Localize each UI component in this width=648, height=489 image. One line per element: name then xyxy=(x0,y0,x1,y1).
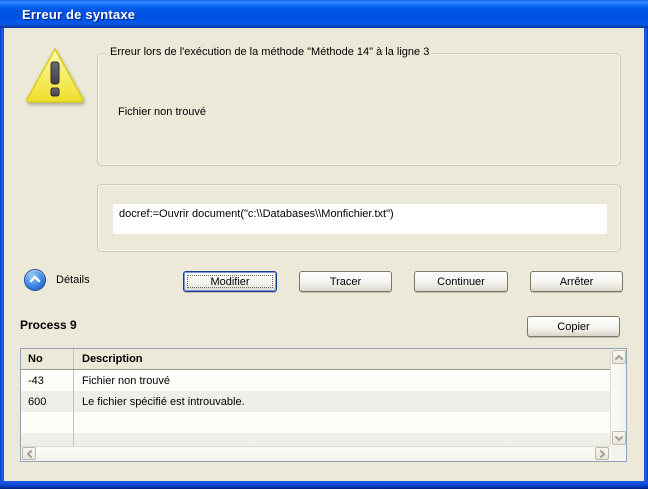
table-row[interactable]: -43 Fichier non trouvé xyxy=(21,370,610,391)
column-header-no: No xyxy=(21,349,74,369)
trace-button[interactable]: Tracer xyxy=(299,271,392,292)
cell-description: Le fichier spécifié est introuvable. xyxy=(74,391,610,412)
cell-description xyxy=(74,412,610,433)
copy-button[interactable]: Copier xyxy=(527,316,620,337)
horizontal-scrollbar[interactable] xyxy=(21,446,610,461)
continue-button[interactable]: Continuer xyxy=(414,271,508,292)
scroll-up-icon[interactable] xyxy=(612,350,626,364)
vertical-scrollbar[interactable] xyxy=(610,349,626,446)
error-groupbox: Erreur lors de l'exécution de la méthode… xyxy=(97,53,621,166)
details-toggle-button[interactable] xyxy=(24,269,46,291)
abort-button[interactable]: Arrêter xyxy=(530,271,623,292)
table-row[interactable] xyxy=(21,412,610,433)
dialog-content: Erreur lors de l'exécution de la méthode… xyxy=(4,28,644,481)
code-line-display[interactable]: docref:=Ouvrir document("c:\\Databases\\… xyxy=(113,204,607,234)
window-border-right xyxy=(644,0,648,489)
cell-description xyxy=(74,433,610,446)
cell-no: 600 xyxy=(21,391,74,412)
chevron-up-icon xyxy=(29,274,41,286)
titlebar[interactable]: Erreur de syntaxe xyxy=(0,0,648,28)
window-border-bottom xyxy=(0,481,648,489)
warning-icon xyxy=(22,46,88,108)
error-message: Fichier non trouvé xyxy=(118,106,206,118)
error-group-label: Erreur lors de l'exécution de la méthode… xyxy=(106,46,433,58)
error-dialog-window: Erreur de syntaxe xyxy=(0,0,648,489)
table-body: No Description -43 Fichier non trouvé 60… xyxy=(21,349,610,446)
table-header-row: No Description xyxy=(21,349,610,370)
scroll-down-icon[interactable] xyxy=(612,431,626,445)
cell-no xyxy=(21,433,74,446)
cell-no: -43 xyxy=(21,370,74,391)
error-list-table: No Description -43 Fichier non trouvé 60… xyxy=(20,348,627,462)
window-title: Erreur de syntaxe xyxy=(0,7,135,22)
window-border-left xyxy=(0,0,4,489)
details-label: Détails xyxy=(56,274,90,286)
code-groupbox: docref:=Ouvrir document("c:\\Databases\\… xyxy=(97,184,621,252)
cell-no xyxy=(21,412,74,433)
table-row[interactable] xyxy=(21,433,610,446)
modify-button[interactable]: Modifier xyxy=(183,271,277,292)
cell-description: Fichier non trouvé xyxy=(74,370,610,391)
scroll-left-icon[interactable] xyxy=(22,447,36,460)
table-row[interactable]: 600 Le fichier spécifié est introuvable. xyxy=(21,391,610,412)
process-title: Process 9 xyxy=(20,318,77,332)
column-header-description: Description xyxy=(74,349,610,369)
scroll-right-icon[interactable] xyxy=(595,447,609,460)
scrollbar-corner xyxy=(610,446,626,461)
